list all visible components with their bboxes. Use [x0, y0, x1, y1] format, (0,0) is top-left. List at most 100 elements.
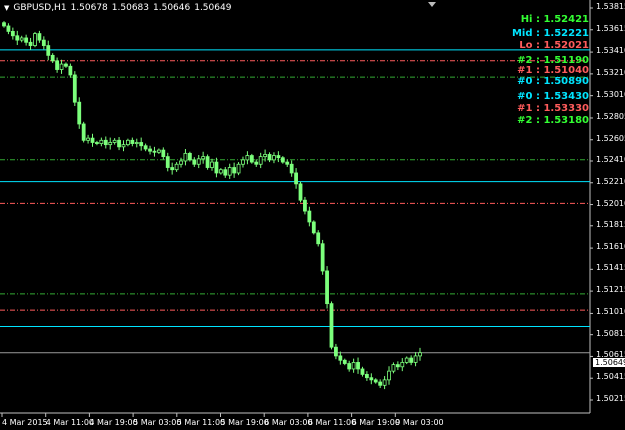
chart-shift-marker[interactable]: [428, 2, 436, 7]
legend-item: Lo : 1.52021: [519, 40, 589, 51]
candle-body: [72, 74, 77, 103]
y-tick-label: 1.51610: [596, 242, 625, 252]
candle-body: [210, 161, 214, 168]
candle-body: [165, 156, 170, 168]
y-tick-label: 1.53210: [596, 67, 625, 77]
candle-body: [86, 137, 90, 141]
candle-body: [351, 362, 356, 370]
candle-body: [15, 35, 20, 41]
candle-body: [152, 150, 157, 153]
candle-body: [391, 364, 396, 372]
candle-body: [364, 374, 369, 379]
x-tick-label: 4 Mar 11:00: [45, 418, 95, 427]
candle-body: [10, 31, 15, 37]
candle-body: [272, 155, 276, 161]
y-tick-label: 1.52605: [596, 133, 625, 143]
candle-body: [373, 379, 378, 383]
y-tick-label: 1.52410: [596, 154, 625, 164]
candle-body: [227, 167, 232, 176]
candle-body: [19, 37, 24, 41]
candle-body: [369, 377, 374, 381]
candle-body: [289, 163, 294, 174]
y-tick-label: 1.51010: [596, 307, 625, 317]
candle-body: [307, 210, 312, 223]
candle-body: [55, 60, 60, 70]
candle-body: [112, 139, 117, 143]
candle-body: [404, 357, 409, 363]
candle-body: [183, 152, 188, 162]
candle-body: [338, 355, 343, 361]
legend-item: #1 : 1.53330: [517, 103, 589, 114]
candle-body: [196, 158, 201, 165]
x-tick-label: 4 Mar 19:00: [89, 418, 138, 427]
candle-body: [360, 368, 365, 375]
candle-body: [241, 159, 245, 165]
candle-body: [320, 243, 325, 272]
y-tick-label: 1.53615: [596, 23, 625, 33]
ohlc-open: 1.50678: [70, 3, 108, 13]
candle-body: [285, 161, 290, 165]
candle-body: [329, 303, 334, 348]
symbol-menu-icon[interactable]: ▼: [4, 4, 9, 12]
candle-body: [192, 159, 197, 165]
candle-body: [245, 155, 250, 161]
candle-body: [41, 39, 46, 46]
candle-body: [143, 145, 148, 150]
y-tick-label: 1.51815: [596, 219, 625, 229]
legend-item: Mid : 1.52221: [511, 28, 589, 39]
x-tick-label: 4 Mar 2015: [2, 418, 48, 427]
ohlc-high: 1.50683: [111, 3, 149, 13]
candle-body: [187, 152, 192, 161]
candle-body: [179, 160, 183, 165]
candle-body: [395, 364, 400, 368]
candle-body: [232, 167, 237, 174]
current-price-label: 1.50649: [593, 358, 625, 367]
candle-body: [33, 33, 37, 46]
candle-body: [254, 161, 259, 165]
candle-body: [126, 139, 130, 146]
x-tick-label: 5 Mar 03:00: [133, 418, 182, 427]
candle-body: [130, 139, 135, 144]
candle-body: [95, 142, 99, 144]
candle-body: [214, 161, 219, 174]
candle-body: [413, 355, 418, 363]
y-tick-label: 1.53815: [596, 2, 625, 11]
candle-body: [24, 37, 29, 43]
candle-body: [280, 157, 285, 163]
y-tick-label: 1.50415: [596, 372, 625, 382]
ohlc-low: 1.50646: [153, 3, 191, 13]
x-tick-label: 6 Mar 19:00: [351, 418, 400, 427]
y-tick-label: 1.50815: [596, 328, 625, 338]
candle-body: [378, 381, 383, 386]
y-tick-label: 1.50215: [596, 394, 625, 403]
candle-body: [347, 363, 352, 370]
candle-body: [298, 183, 303, 201]
y-tick-label: 1.53010: [596, 89, 625, 99]
candle-body: [46, 45, 51, 56]
candle-body: [201, 156, 206, 160]
y-tick-label: 1.51415: [596, 263, 625, 273]
legend-item: #1 : 1.51040: [517, 65, 589, 76]
candle-body: [81, 123, 86, 141]
x-tick-label: 6 Mar 03:00: [264, 418, 313, 427]
candle-body: [156, 149, 161, 153]
candle-body: [342, 359, 347, 364]
candle-body: [117, 139, 121, 148]
y-tick-label: 1.52805: [596, 111, 625, 121]
candle-body: [223, 169, 228, 176]
candle-body: [356, 362, 360, 370]
candle-body: [77, 101, 82, 125]
candle-body: [99, 139, 104, 144]
candle-body: [161, 149, 166, 158]
candle-body: [236, 163, 241, 174]
candle-body: [139, 142, 144, 147]
candle-body: [121, 144, 126, 148]
ohlc-close: 1.50649: [194, 3, 232, 13]
x-tick-label: 5 Mar 11:00: [176, 418, 226, 427]
candle-body: [50, 54, 55, 62]
legend-item: #0 : 1.50890: [517, 76, 589, 87]
candle-body: [170, 167, 175, 171]
x-tick-label: 6 Mar 11:00: [307, 418, 357, 427]
candle-body: [263, 154, 268, 158]
legend-item: #0 : 1.53430: [517, 91, 589, 102]
